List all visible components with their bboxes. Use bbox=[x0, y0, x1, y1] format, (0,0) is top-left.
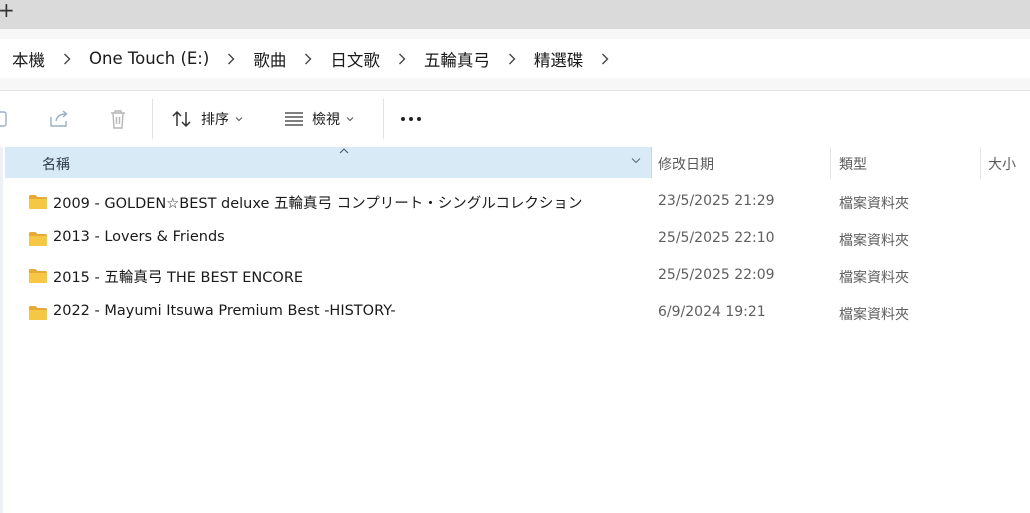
address-bar[interactable]: 本機 One Touch (E:) 歌曲 日文歌 五輪真弓 精選碟 bbox=[0, 39, 1030, 78]
file-name: 2015 - 五輪真弓 THE BEST ENCORE bbox=[53, 270, 304, 286]
breadcrumb-item-this-pc[interactable]: 本機 bbox=[12, 47, 45, 71]
folder-icon bbox=[29, 269, 47, 283]
more-options-button[interactable] bbox=[400, 91, 424, 147]
command-bar: 排序 檢視 bbox=[0, 91, 1030, 147]
trash-icon[interactable] bbox=[108, 91, 128, 147]
chevron-right-icon[interactable] bbox=[380, 50, 424, 68]
chevron-down-icon bbox=[235, 117, 243, 122]
toolbar-divider bbox=[152, 99, 153, 139]
chevron-right-icon[interactable] bbox=[45, 50, 89, 68]
file-date: 23/5/2025 21:29 bbox=[658, 193, 775, 209]
file-date: 25/5/2025 22:09 bbox=[658, 267, 775, 283]
column-divider[interactable] bbox=[830, 147, 831, 179]
file-name: 2013 - Lovers & Friends bbox=[53, 229, 225, 245]
breadcrumb-item-best-of[interactable]: 精選碟 bbox=[534, 47, 584, 71]
file-type: 檔案資料夾 bbox=[839, 307, 909, 323]
column-header-date-modified[interactable]: 修改日期 bbox=[658, 154, 714, 174]
chevron-right-icon[interactable] bbox=[286, 50, 330, 68]
list-item[interactable]: 2013 - Lovers & Friends 25/5/2025 22:10 … bbox=[0, 221, 1030, 258]
file-date: 25/5/2025 22:10 bbox=[658, 230, 775, 246]
chevron-right-icon[interactable] bbox=[583, 50, 627, 68]
copy-icon[interactable] bbox=[0, 91, 10, 147]
breadcrumb-item-artist[interactable]: 五輪真弓 bbox=[424, 47, 490, 71]
chevron-right-icon[interactable] bbox=[490, 50, 534, 68]
list-item[interactable]: 2015 - 五輪真弓 THE BEST ENCORE 25/5/2025 22… bbox=[0, 258, 1030, 295]
list-item[interactable]: 2009 - GOLDEN☆BEST deluxe 五輪真弓 コンプリート・シン… bbox=[0, 184, 1030, 221]
sort-button[interactable]: 排序 bbox=[171, 91, 243, 147]
file-type: 檔案資料夾 bbox=[839, 196, 909, 212]
file-name: 2022 - Mayumi Itsuwa Premium Best -HISTO… bbox=[53, 303, 396, 319]
chevron-down-icon[interactable] bbox=[631, 157, 641, 164]
view-label: 檢視 bbox=[312, 112, 340, 128]
share-icon[interactable] bbox=[48, 91, 70, 147]
chevron-right-icon[interactable] bbox=[209, 50, 253, 68]
file-name: 2009 - GOLDEN☆BEST deluxe 五輪真弓 コンプリート・シン… bbox=[53, 196, 583, 212]
toolbar-divider bbox=[383, 99, 384, 139]
more-icon bbox=[401, 117, 421, 121]
breadcrumb: 本機 One Touch (E:) 歌曲 日文歌 五輪真弓 精選碟 bbox=[12, 39, 627, 78]
list-item[interactable]: 2022 - Mayumi Itsuwa Premium Best -HISTO… bbox=[0, 295, 1030, 332]
column-header-row: 名稱 修改日期 類型 大小 bbox=[0, 147, 1030, 180]
folder-icon bbox=[29, 195, 47, 209]
folder-icon bbox=[29, 306, 47, 320]
tab-strip: + bbox=[0, 0, 1030, 29]
sort-label: 排序 bbox=[201, 112, 229, 128]
column-divider[interactable] bbox=[980, 147, 981, 179]
column-header-size[interactable]: 大小 bbox=[988, 154, 1016, 174]
file-type: 檔案資料夾 bbox=[839, 270, 909, 286]
column-name-label: 名稱 bbox=[42, 157, 70, 173]
breadcrumb-item-japanese-songs[interactable]: 日文歌 bbox=[330, 47, 380, 71]
breadcrumb-item-songs[interactable]: 歌曲 bbox=[253, 47, 286, 71]
sort-ascending-icon bbox=[339, 148, 349, 154]
breadcrumb-item-drive[interactable]: One Touch (E:) bbox=[89, 49, 209, 68]
folder-icon bbox=[29, 232, 47, 246]
view-button[interactable]: 檢視 bbox=[284, 91, 354, 147]
file-date: 6/9/2024 19:21 bbox=[658, 304, 766, 320]
sort-icon bbox=[172, 110, 191, 128]
new-tab-button[interactable]: + bbox=[0, 0, 15, 21]
view-icon bbox=[285, 112, 303, 126]
file-type: 檔案資料夾 bbox=[839, 233, 909, 249]
column-header-name[interactable]: 名稱 bbox=[5, 147, 652, 178]
column-header-type[interactable]: 類型 bbox=[839, 154, 867, 174]
chevron-down-icon bbox=[346, 117, 354, 122]
